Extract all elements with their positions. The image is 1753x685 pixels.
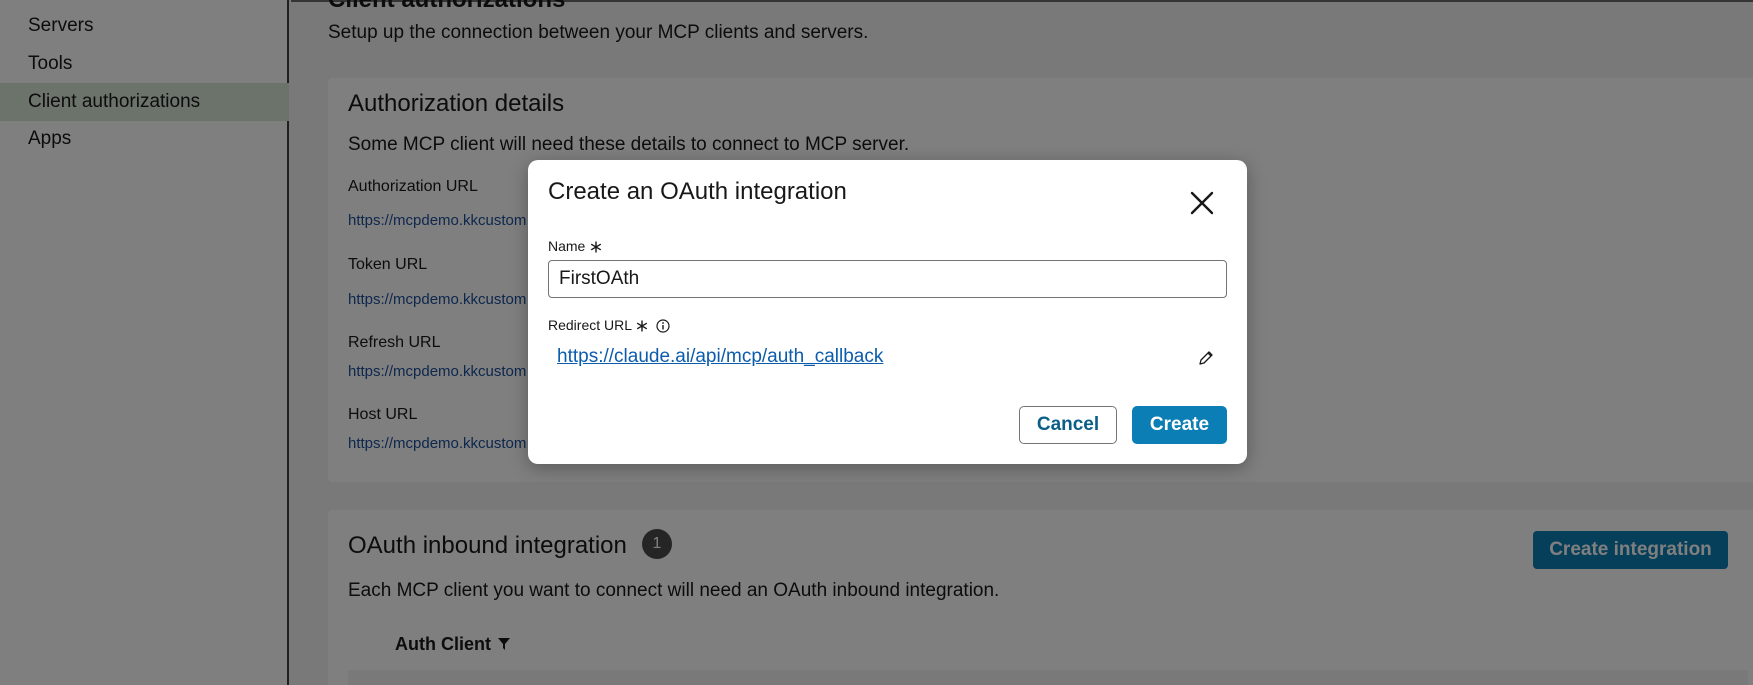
asterisk-icon	[590, 241, 602, 253]
cancel-button[interactable]: Cancel	[1019, 406, 1117, 444]
redirect-url-label: Redirect URL	[548, 317, 633, 333]
close-icon	[1190, 191, 1214, 215]
edit-redirect-button[interactable]	[1196, 348, 1216, 368]
modal-title: Create an OAuth integration	[548, 178, 847, 205]
close-button[interactable]	[1187, 188, 1217, 218]
redirect-url-link[interactable]: https://claude.ai/api/mcp/auth_callback	[557, 346, 883, 368]
name-input[interactable]	[548, 260, 1227, 298]
name-label: Name	[548, 238, 586, 254]
pencil-icon	[1199, 351, 1213, 365]
create-oauth-modal: Create an OAuth integration Name Redirec…	[528, 160, 1247, 464]
create-button[interactable]: Create	[1132, 406, 1227, 444]
asterisk-icon	[636, 320, 648, 332]
info-icon[interactable]	[656, 319, 670, 333]
